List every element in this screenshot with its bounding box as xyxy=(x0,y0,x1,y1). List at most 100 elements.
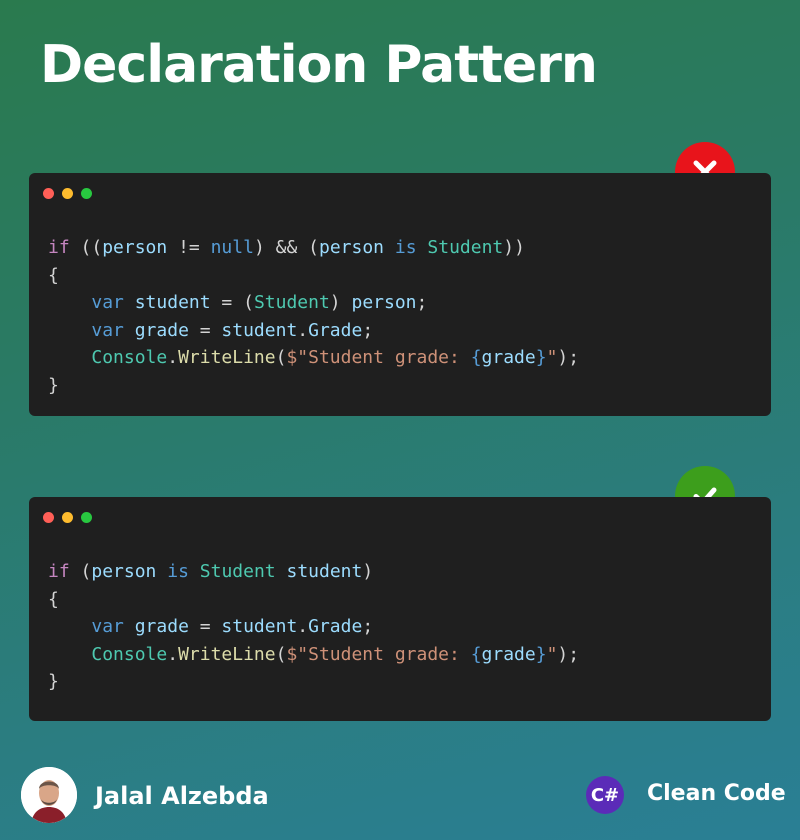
code-token: student xyxy=(221,616,298,637)
code-block-bad: if ((person != null) && (person is Stude… xyxy=(48,234,579,399)
window-controls xyxy=(43,512,92,523)
code-token: grade xyxy=(481,347,536,368)
code-line: var grade = student.Grade; xyxy=(48,320,373,341)
code-token: var xyxy=(91,616,124,637)
code-token: person xyxy=(91,561,157,582)
close-dot xyxy=(43,188,54,199)
code-token: var xyxy=(91,292,124,313)
code-window-good: if (person is Student student) { var gra… xyxy=(29,497,771,721)
maximize-dot xyxy=(81,188,92,199)
code-token: ( xyxy=(275,347,287,368)
code-token: { xyxy=(470,643,482,665)
code-token: is xyxy=(394,237,417,258)
code-token: WriteLine xyxy=(178,347,276,368)
minimize-dot xyxy=(62,188,73,199)
code-token: (( xyxy=(69,237,103,258)
code-line: } xyxy=(48,375,59,396)
code-token: Student xyxy=(253,292,330,313)
code-token: $"Student grade: xyxy=(286,643,471,665)
code-token: student xyxy=(134,292,211,313)
code-line: { xyxy=(48,589,59,610)
code-token: } xyxy=(48,374,59,396)
code-token: Console xyxy=(91,347,168,368)
page-title: Declaration Pattern xyxy=(40,35,598,95)
code-token: } xyxy=(535,347,547,368)
minimize-dot xyxy=(62,512,73,523)
code-token: ) && ( xyxy=(253,237,319,258)
code-token: ); xyxy=(557,347,580,368)
code-token: = xyxy=(188,319,222,341)
code-token: ; xyxy=(362,319,374,341)
code-token: if xyxy=(48,237,70,258)
code-token: ; xyxy=(362,616,374,637)
window-controls xyxy=(43,188,92,199)
code-token: " xyxy=(546,347,558,368)
code-token: . xyxy=(297,319,309,341)
code-line: } xyxy=(48,671,59,692)
code-token: ) xyxy=(329,292,352,313)
brand-name: Clean Code xyxy=(647,781,786,806)
code-token: . xyxy=(297,616,309,637)
code-token: null xyxy=(210,237,254,258)
code-token: person xyxy=(351,292,417,313)
code-token: grade xyxy=(134,616,189,637)
code-token: { xyxy=(470,347,482,368)
code-token: Grade xyxy=(308,616,363,637)
code-token: Grade xyxy=(308,319,363,341)
code-line: Console.WriteLine($"Student grade: {grad… xyxy=(48,347,579,368)
csharp-logo: C# xyxy=(586,776,624,814)
code-token: grade xyxy=(134,319,189,341)
code-window-bad: if ((person != null) && (person is Stude… xyxy=(29,173,771,416)
code-token: } xyxy=(48,671,59,692)
code-token: { xyxy=(48,264,59,286)
avatar xyxy=(21,767,77,823)
code-line: var student = (Student) person; xyxy=(48,292,427,313)
code-token: )) xyxy=(503,237,525,258)
code-line: if ((person != null) && (person is Stude… xyxy=(48,237,525,258)
code-token: } xyxy=(535,643,547,665)
code-token: Console xyxy=(91,643,168,665)
code-token: Student xyxy=(427,237,504,258)
code-token: ) xyxy=(362,561,374,582)
code-token: ( xyxy=(69,561,92,582)
code-token: ); xyxy=(557,643,580,665)
code-token: ( xyxy=(275,643,287,665)
code-token: grade xyxy=(481,643,536,665)
code-token: = xyxy=(188,616,222,637)
code-line: Console.WriteLine($"Student grade: {grad… xyxy=(48,644,579,665)
code-token: person xyxy=(318,237,385,258)
code-token: WriteLine xyxy=(178,643,276,665)
code-line: if (person is Student student) xyxy=(48,561,373,582)
code-token: ; xyxy=(416,292,428,313)
person-photo-icon xyxy=(21,767,77,823)
author-name: Jalal Alzebda xyxy=(95,782,269,810)
code-token: " xyxy=(546,643,558,665)
code-token: student xyxy=(221,319,298,341)
code-token: if xyxy=(48,561,70,582)
code-token: $"Student grade: xyxy=(286,347,471,368)
code-token: != xyxy=(167,237,211,258)
code-token: { xyxy=(48,588,59,610)
code-token: . xyxy=(167,347,179,368)
code-token: person xyxy=(102,237,168,258)
code-block-good: if (person is Student student) { var gra… xyxy=(48,558,579,696)
code-token: var xyxy=(91,319,124,341)
code-line: { xyxy=(48,265,59,286)
code-token: . xyxy=(167,643,179,665)
code-token: student xyxy=(286,561,363,582)
code-token: = ( xyxy=(210,292,254,313)
code-token: is xyxy=(167,561,189,582)
close-dot xyxy=(43,512,54,523)
